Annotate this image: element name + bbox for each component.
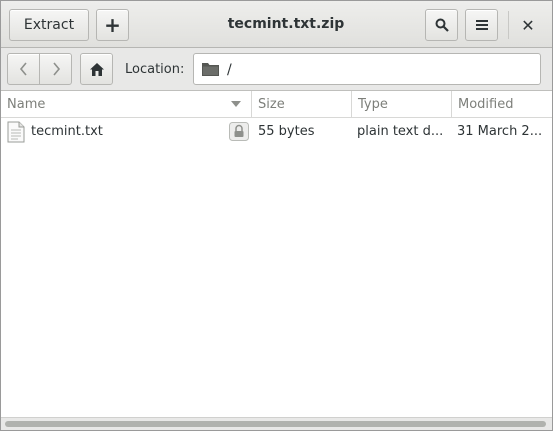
chevron-left-icon: [19, 62, 27, 76]
file-list: Name Size Type Modified tecmint.txt 55 b…: [1, 91, 552, 417]
search-button[interactable]: [425, 9, 458, 41]
location-path: /: [227, 62, 232, 78]
file-size: 55 bytes: [258, 124, 315, 139]
home-button[interactable]: [80, 53, 113, 85]
horizontal-scrollbar[interactable]: [1, 417, 552, 430]
archive-manager-window: Extract + tecmint.txt.zip ✕ Location: / …: [0, 0, 553, 431]
search-icon: [435, 18, 449, 32]
menu-button[interactable]: [465, 9, 498, 41]
file-name: tecmint.txt: [31, 124, 103, 139]
hamburger-menu-icon: [475, 20, 488, 30]
window-title: tecmint.txt.zip: [227, 16, 345, 32]
column-header-modified[interactable]: Modified: [452, 91, 552, 118]
close-icon: ✕: [521, 15, 535, 35]
file-type: plain text d...: [357, 124, 444, 139]
folder-icon: [202, 63, 219, 76]
location-field[interactable]: /: [193, 53, 541, 85]
scrollbar-thumb[interactable]: [5, 421, 546, 427]
home-icon: [89, 62, 104, 76]
location-toolbar: Location: /: [1, 48, 552, 91]
column-header-label: Name: [7, 97, 46, 112]
location-label: Location:: [125, 62, 185, 77]
column-header-label: Modified: [458, 97, 514, 112]
file-modified: 31 March 2...: [457, 124, 543, 139]
add-files-button[interactable]: +: [96, 9, 129, 41]
column-header-label: Size: [258, 97, 285, 112]
chevron-right-icon: [52, 62, 60, 76]
close-button[interactable]: ✕: [518, 15, 538, 35]
file-row[interactable]: tecmint.txt 55 bytes plain text d... 31 …: [1, 119, 552, 145]
forward-button[interactable]: [39, 53, 72, 85]
column-header-size[interactable]: Size: [252, 91, 352, 118]
sort-descending-icon: [231, 101, 241, 107]
text-file-icon: [7, 121, 25, 143]
column-header-type[interactable]: Type: [352, 91, 452, 118]
header-separator: [508, 11, 509, 39]
header-bar: Extract + tecmint.txt.zip ✕: [1, 1, 552, 48]
extract-button[interactable]: Extract: [9, 9, 89, 41]
back-button[interactable]: [7, 53, 40, 85]
column-header-label: Type: [358, 97, 388, 112]
navigation-buttons: [7, 53, 73, 85]
column-header-name[interactable]: Name: [1, 91, 252, 118]
lock-icon: [229, 122, 249, 141]
